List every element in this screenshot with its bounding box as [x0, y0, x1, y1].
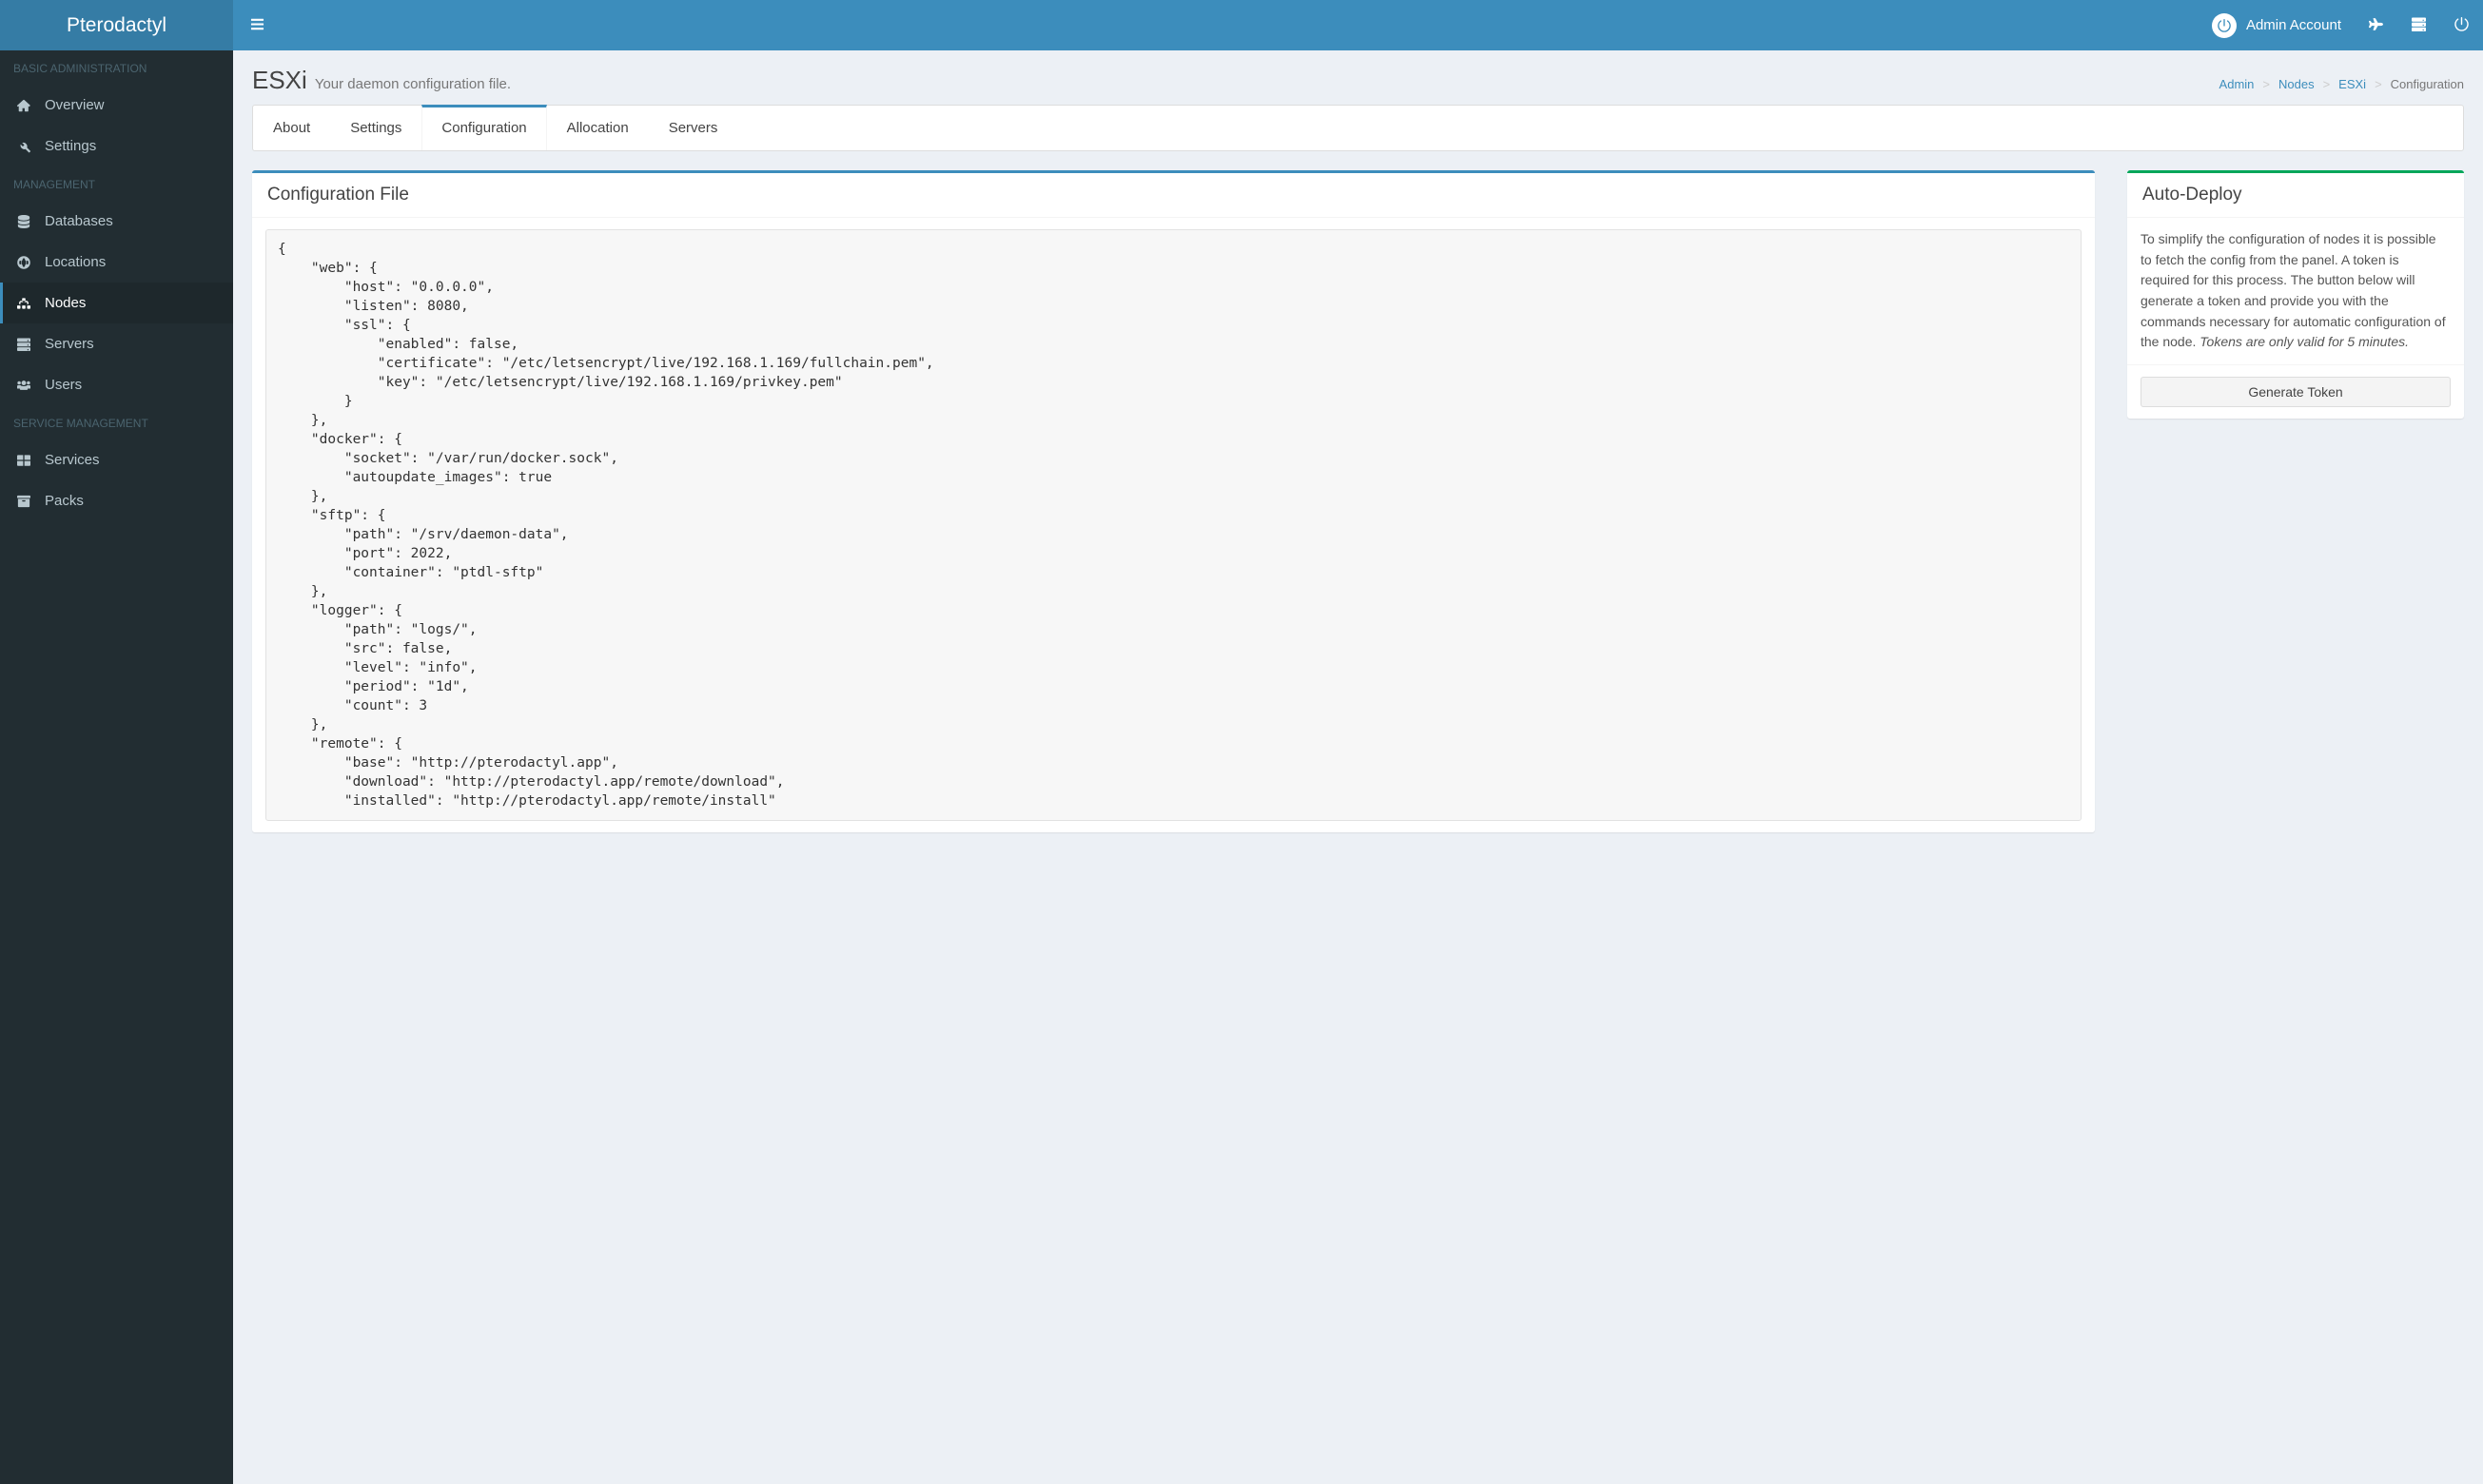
breadcrumb-configuration: Configuration [2391, 77, 2464, 91]
sidebar-item-packs[interactable]: Packs [0, 480, 233, 521]
sidebar-item-label: Users [45, 377, 82, 393]
sidebar-item-users[interactable]: Users [0, 364, 233, 405]
th-large-icon [14, 454, 33, 467]
configuration-file-content[interactable]: { "web": { "host": "0.0.0.0", "listen": … [265, 229, 2082, 821]
sidebar-section-header: SERVICE MANAGEMENT [0, 405, 233, 439]
sidebar-item-label: Overview [45, 97, 105, 113]
breadcrumb-separator: > [2262, 77, 2270, 91]
page-title: ESXi [252, 66, 307, 95]
archive-icon [14, 495, 33, 508]
topbar: Admin Account [233, 0, 2483, 50]
auto-deploy-title: Auto-Deploy [2142, 185, 2449, 205]
sidebar-item-label: Locations [45, 254, 106, 270]
logout-button[interactable] [2440, 0, 2483, 50]
home-icon [14, 99, 33, 112]
sidebar-item-label: Servers [45, 336, 94, 352]
brand-logo[interactable]: Pterodactyl [0, 0, 233, 50]
breadcrumb-esxi[interactable]: ESXi [2338, 77, 2366, 91]
database-icon [14, 215, 33, 228]
server-icon [2412, 17, 2426, 33]
auto-deploy-description: To simplify the configuration of nodes i… [2127, 218, 2464, 364]
sidebar-item-databases[interactable]: Databases [0, 201, 233, 242]
sidebar-item-label: Nodes [45, 295, 86, 311]
sidebar-item-label: Services [45, 452, 100, 468]
breadcrumb-separator: > [2375, 77, 2382, 91]
sidebar-item-services[interactable]: Services [0, 439, 233, 480]
exit-admin-button[interactable] [2355, 0, 2397, 50]
power-icon [2212, 13, 2237, 38]
sidebar-item-nodes[interactable]: Nodes [0, 283, 233, 323]
plane-icon [2369, 17, 2383, 33]
sidebar-item-servers[interactable]: Servers [0, 323, 233, 364]
generate-token-button[interactable]: Generate Token [2141, 377, 2451, 407]
tab-allocation[interactable]: Allocation [547, 106, 649, 150]
server-icon [14, 338, 33, 351]
tab-servers[interactable]: Servers [649, 106, 738, 150]
wrench-icon [14, 140, 33, 153]
configuration-file-box: Configuration File { "web": { "host": "0… [252, 170, 2095, 832]
tab-configuration[interactable]: Configuration [421, 105, 546, 150]
sidebar-section-header: BASIC ADMINISTRATION [0, 50, 233, 85]
sidebar-item-label: Packs [45, 493, 84, 509]
breadcrumb-separator: > [2323, 77, 2331, 91]
bars-icon [250, 17, 264, 33]
content-header: ESXi Your daemon configuration file. Adm… [233, 50, 2483, 105]
tab-about[interactable]: About [253, 106, 330, 150]
sidebar-item-locations[interactable]: Locations [0, 242, 233, 283]
sidebar: Pterodactyl BASIC ADMINISTRATION Overview… [0, 0, 233, 1484]
breadcrumb-admin[interactable]: Admin [2219, 77, 2255, 91]
users-icon [14, 379, 33, 392]
sidebar-item-label: Databases [45, 213, 113, 229]
globe-icon [14, 256, 33, 269]
server-view-button[interactable] [2397, 0, 2440, 50]
power-icon [2454, 17, 2469, 33]
admin-account-menu[interactable]: Admin Account [2208, 0, 2355, 50]
sidebar-item-settings[interactable]: Settings [0, 126, 233, 166]
page-subtitle: Your daemon configuration file. [315, 76, 511, 92]
sidebar-section-header: MANAGEMENT [0, 166, 233, 201]
sidebar-item-overview[interactable]: Overview [0, 85, 233, 126]
sidebar-item-label: Settings [45, 138, 96, 154]
breadcrumb-nodes[interactable]: Nodes [2278, 77, 2315, 91]
auto-deploy-box: Auto-Deploy To simplify the configuratio… [2127, 170, 2464, 419]
sidebar-toggle-button[interactable] [233, 0, 282, 50]
configuration-file-title: Configuration File [267, 185, 2080, 205]
sitemap-icon [14, 297, 33, 310]
tab-bar: AboutSettingsConfigurationAllocationServ… [252, 105, 2464, 151]
admin-account-label: Admin Account [2246, 17, 2341, 33]
breadcrumb: Admin > Nodes > ESXi > Configuration [2219, 77, 2464, 91]
tab-settings[interactable]: Settings [330, 106, 421, 150]
